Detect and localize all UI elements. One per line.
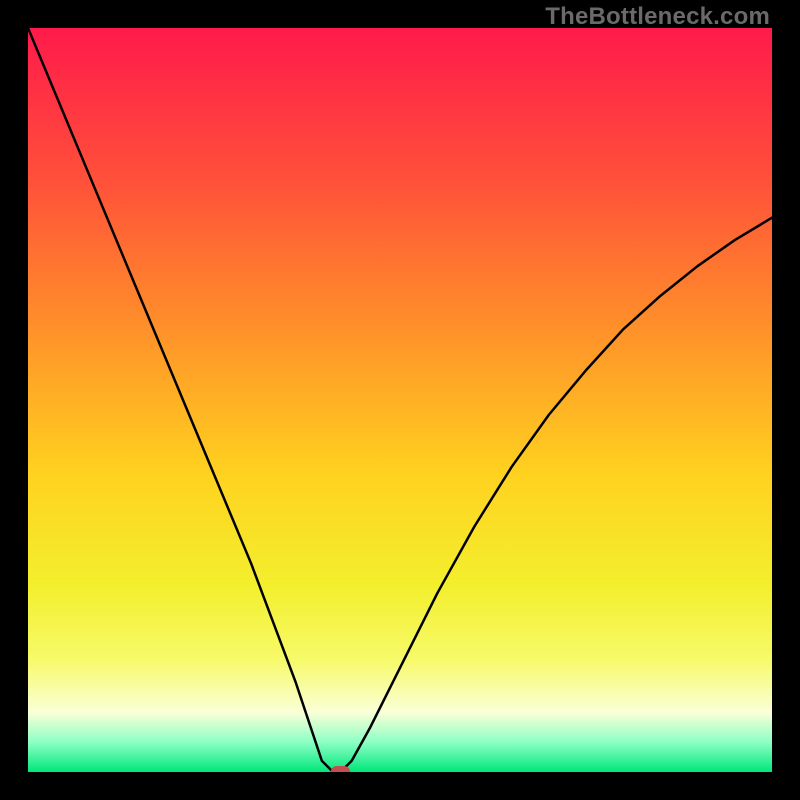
plot-area [28,28,772,772]
chart-frame: TheBottleneck.com [0,0,800,800]
gradient-background [28,28,772,772]
watermark-text: TheBottleneck.com [545,3,770,31]
min-point-marker [331,766,350,772]
chart-svg [28,28,772,772]
